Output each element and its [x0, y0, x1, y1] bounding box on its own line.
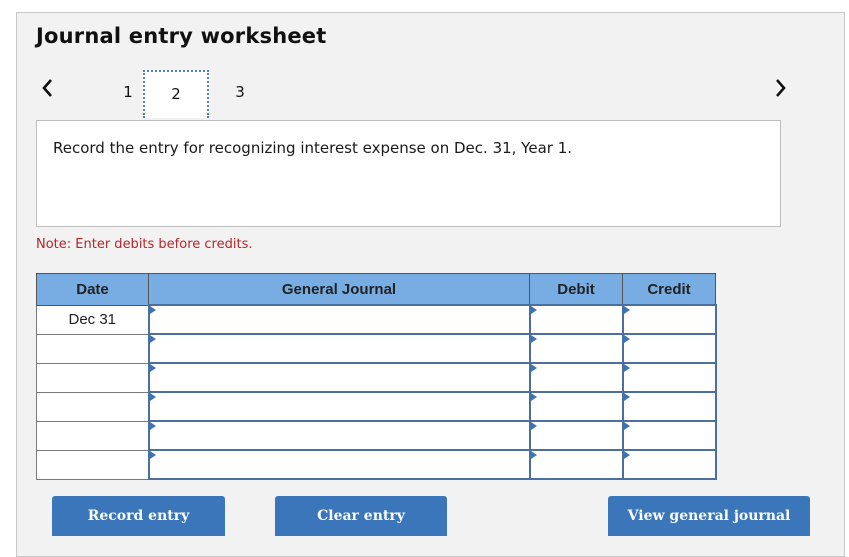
- account-cell[interactable]: [147, 333, 531, 364]
- dropdown-marker-icon: [530, 335, 537, 343]
- date-cell: [36, 333, 149, 364]
- dropdown-marker-icon: [623, 364, 630, 372]
- credit-input[interactable]: [623, 393, 715, 420]
- debit-input[interactable]: [530, 335, 622, 362]
- header-debit: Debit: [529, 273, 623, 306]
- debit-input[interactable]: [530, 393, 622, 420]
- credit-input[interactable]: [623, 335, 715, 362]
- credit-cell[interactable]: [621, 362, 717, 393]
- record-entry-button[interactable]: Record entry: [52, 496, 225, 536]
- credit-cell[interactable]: [621, 420, 717, 451]
- table-row: [36, 391, 717, 422]
- date-cell: [36, 449, 149, 480]
- view-general-journal-button[interactable]: View general journal: [608, 496, 810, 536]
- prev-button[interactable]: [38, 76, 58, 100]
- account-input[interactable]: [149, 364, 529, 391]
- debit-cell[interactable]: [528, 362, 624, 393]
- credit-cell[interactable]: [621, 449, 717, 480]
- chevron-left-icon: [42, 79, 52, 97]
- date-cell: [36, 420, 149, 451]
- table-header-row: Date General Journal Debit Credit: [36, 273, 716, 306]
- table-row: [36, 333, 717, 364]
- account-cell[interactable]: [147, 420, 531, 451]
- dropdown-marker-icon: [149, 393, 156, 401]
- account-input[interactable]: [149, 451, 529, 478]
- dropdown-marker-icon: [623, 451, 630, 459]
- dropdown-marker-icon: [149, 306, 156, 314]
- credit-input[interactable]: [623, 364, 715, 391]
- table-row: [36, 420, 717, 451]
- account-cell[interactable]: [147, 362, 531, 393]
- table-row: [36, 449, 717, 480]
- date-cell: [36, 362, 149, 393]
- credit-cell[interactable]: [621, 391, 717, 422]
- debit-cell[interactable]: [528, 304, 624, 335]
- dropdown-marker-icon: [149, 335, 156, 343]
- dropdown-marker-icon: [623, 422, 630, 430]
- credit-input[interactable]: [623, 422, 715, 449]
- account-cell[interactable]: [147, 304, 531, 335]
- note-text: Note: Enter debits before credits.: [36, 237, 253, 252]
- dropdown-marker-icon: [623, 306, 630, 314]
- table-row: [36, 362, 717, 393]
- debit-input[interactable]: [530, 422, 622, 449]
- header-general-journal: General Journal: [148, 273, 530, 306]
- dropdown-marker-icon: [530, 393, 537, 401]
- header-date: Date: [36, 273, 149, 306]
- tab-3[interactable]: 3: [208, 70, 272, 118]
- dropdown-marker-icon: [149, 422, 156, 430]
- date-cell: Dec 31: [36, 304, 149, 335]
- clear-entry-button[interactable]: Clear entry: [275, 496, 447, 536]
- dropdown-marker-icon: [530, 451, 537, 459]
- debit-input[interactable]: [530, 364, 622, 391]
- credit-cell[interactable]: [621, 333, 717, 364]
- debit-cell[interactable]: [528, 333, 624, 364]
- dropdown-marker-icon: [623, 335, 630, 343]
- dropdown-marker-icon: [623, 393, 630, 401]
- account-input[interactable]: [149, 335, 529, 362]
- header-credit: Credit: [622, 273, 716, 306]
- account-cell[interactable]: [147, 449, 531, 480]
- dropdown-marker-icon: [530, 364, 537, 372]
- debit-input[interactable]: [530, 451, 622, 478]
- table-row: Dec 31: [36, 304, 717, 335]
- account-input[interactable]: [149, 422, 529, 449]
- chevron-right-icon: [776, 79, 786, 97]
- debit-cell[interactable]: [528, 449, 624, 480]
- dropdown-marker-icon: [149, 364, 156, 372]
- next-button[interactable]: [770, 76, 790, 100]
- dropdown-marker-icon: [530, 306, 537, 314]
- debit-cell[interactable]: [528, 420, 624, 451]
- credit-input[interactable]: [623, 451, 715, 478]
- account-input[interactable]: [149, 306, 529, 333]
- credit-input[interactable]: [623, 306, 715, 333]
- credit-cell[interactable]: [621, 304, 717, 335]
- prompt-text: Record the entry for recognizing interes…: [53, 139, 573, 157]
- prompt-box: Record the entry for recognizing interes…: [36, 120, 781, 227]
- account-input[interactable]: [149, 393, 529, 420]
- dropdown-marker-icon: [530, 422, 537, 430]
- page-title: Journal entry worksheet: [36, 24, 327, 48]
- debit-cell[interactable]: [528, 391, 624, 422]
- tab-2[interactable]: 2: [143, 70, 209, 118]
- journal-table: Date General Journal Debit Credit Dec 31: [36, 273, 717, 480]
- debit-input[interactable]: [530, 306, 622, 333]
- date-cell: [36, 391, 149, 422]
- dropdown-marker-icon: [149, 451, 156, 459]
- account-cell[interactable]: [147, 391, 531, 422]
